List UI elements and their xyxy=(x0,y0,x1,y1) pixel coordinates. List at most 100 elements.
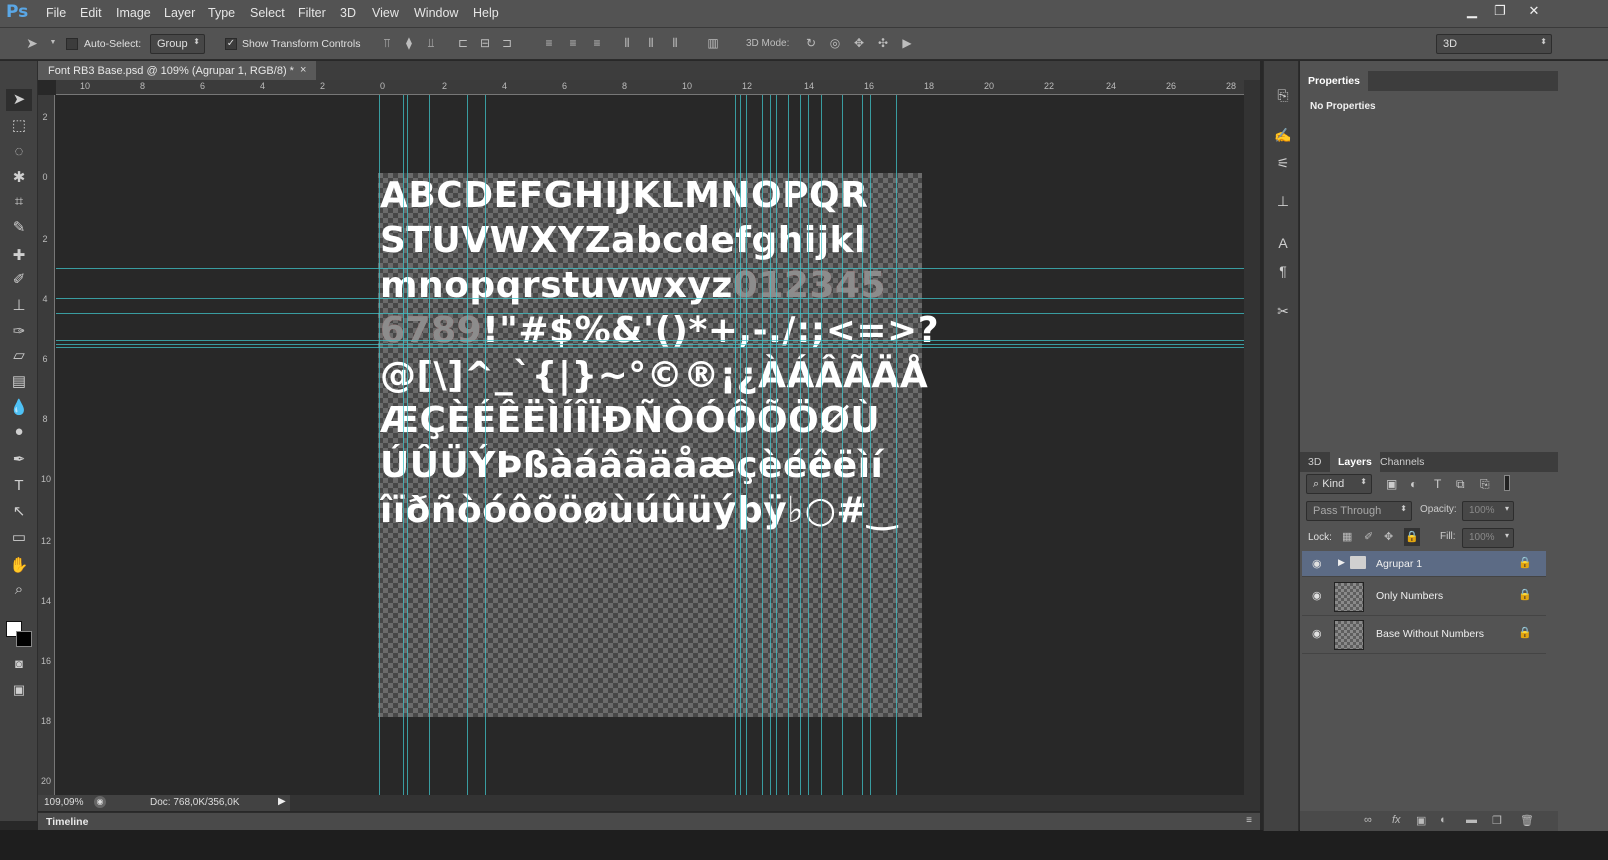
type-tool-icon[interactable]: T xyxy=(6,475,32,497)
guide-line[interactable] xyxy=(56,340,1244,341)
menu-3d[interactable]: 3D xyxy=(340,6,356,20)
distribute-top-icon[interactable]: ≡ xyxy=(542,36,556,50)
canvas-horizontal-scrollbar[interactable] xyxy=(290,795,1260,811)
document-tab[interactable]: Font RB3 Base.psd @ 109% (Agrupar 1, RGB… xyxy=(38,61,316,80)
zoom-tool-icon[interactable]: ⌕ xyxy=(6,579,32,601)
new-layer-icon[interactable]: ❐ xyxy=(1492,814,1502,827)
history-panel-icon[interactable]: ⎘ xyxy=(1272,85,1294,105)
layer-row-group[interactable]: ◉ ▶ Agrupar 1 🔒 xyxy=(1302,551,1546,577)
tool-presets-panel-icon[interactable]: ✂ xyxy=(1272,301,1294,321)
lock-position-icon[interactable]: ✥ xyxy=(1384,530,1393,543)
menu-layer[interactable]: Layer xyxy=(164,6,195,20)
expand-arrow-icon[interactable]: ▶ xyxy=(1338,557,1345,568)
guide-line[interactable] xyxy=(746,95,747,795)
guide-line[interactable] xyxy=(800,95,801,795)
tab-3d[interactable]: 3D xyxy=(1300,452,1329,472)
menu-edit[interactable]: Edit xyxy=(80,6,102,20)
guide-line[interactable] xyxy=(770,95,771,795)
character-panel-icon[interactable]: A xyxy=(1272,233,1294,253)
new-group-icon[interactable]: ▬ xyxy=(1466,814,1477,826)
link-layers-icon[interactable]: ∞ xyxy=(1364,814,1372,826)
timeline-tab[interactable]: Timeline xyxy=(46,816,88,828)
align-left-icon[interactable]: ⊏ xyxy=(456,36,470,50)
menu-filter[interactable]: Filter xyxy=(298,6,326,20)
guide-line[interactable] xyxy=(762,95,763,795)
marquee-tool-icon[interactable]: ⬚ xyxy=(6,115,32,137)
hand-tool-icon[interactable]: ✋ xyxy=(6,555,32,577)
guide-line[interactable] xyxy=(379,95,380,795)
close-tab-icon[interactable]: × xyxy=(300,64,306,76)
align-vcenter-icon[interactable]: ⧫ xyxy=(402,36,416,50)
layer-row[interactable]: ◉ Base Without Numbers 🔒 xyxy=(1302,616,1546,654)
pixel-filter-icon[interactable]: ▣ xyxy=(1386,477,1397,491)
guide-line[interactable] xyxy=(896,95,897,795)
guide-line[interactable] xyxy=(407,95,408,795)
layer-filter-dropdown[interactable]: ⌕ Kind ⬍ xyxy=(1306,474,1372,494)
blend-mode-dropdown[interactable]: Pass Through ⬍ xyxy=(1306,501,1412,521)
quick-mask-icon[interactable]: ◙ xyxy=(6,653,32,675)
eyedropper-tool-icon[interactable]: ✎ xyxy=(6,217,32,239)
distribute-vcenter-icon[interactable]: ≡ xyxy=(566,36,580,50)
type-filter-icon[interactable]: T xyxy=(1434,477,1441,491)
menu-select[interactable]: Select xyxy=(250,6,285,20)
fx-icon[interactable]: fx xyxy=(1392,814,1401,826)
dodge-tool-icon[interactable]: ● xyxy=(6,421,32,443)
gradient-tool-icon[interactable]: ▤ xyxy=(6,371,32,393)
distribute-left-icon[interactable]: ⦀ xyxy=(620,36,634,50)
opacity-field[interactable]: 100% ▾ xyxy=(1462,501,1514,521)
3d-roll-icon[interactable]: ◎ xyxy=(828,36,842,50)
guide-line[interactable] xyxy=(485,95,486,795)
guide-line[interactable] xyxy=(56,268,1244,269)
canvas-vertical-scrollbar[interactable] xyxy=(1244,80,1260,810)
healing-brush-tool-icon[interactable]: ✚ xyxy=(6,245,32,267)
distribute-hcenter-icon[interactable]: ⦀ xyxy=(644,36,658,50)
fill-field[interactable]: 100% ▾ xyxy=(1462,528,1514,548)
guide-line[interactable] xyxy=(56,313,1244,314)
blur-tool-icon[interactable]: 💧 xyxy=(6,397,32,419)
guide-line[interactable] xyxy=(740,95,741,795)
lasso-tool-icon[interactable]: ◌ xyxy=(6,141,32,163)
background-color-swatch[interactable] xyxy=(16,631,32,647)
menu-window[interactable]: Window xyxy=(414,6,458,20)
guide-line[interactable] xyxy=(862,95,863,795)
auto-align-icon[interactable]: ▥ xyxy=(706,36,720,50)
crop-tool-icon[interactable]: ⌗ xyxy=(6,191,32,213)
guide-line[interactable] xyxy=(870,95,871,795)
auto-select-checkbox[interactable] xyxy=(66,38,78,50)
shape-filter-icon[interactable]: ⧉ xyxy=(1456,477,1465,492)
pen-tool-icon[interactable]: ✒ xyxy=(6,449,32,471)
align-bottom-icon[interactable]: ⫫ xyxy=(424,36,438,50)
3d-rotate-icon[interactable]: ↻ xyxy=(804,36,818,50)
menu-help[interactable]: Help xyxy=(473,6,499,20)
document-canvas[interactable]: ABCDEFGHIJKLMNOPQR STUVWXYZabcdefghijkl … xyxy=(378,173,939,717)
guide-line[interactable] xyxy=(56,344,1244,345)
adjustments-panel-icon[interactable]: ⚟ xyxy=(1272,153,1294,173)
workspace-dropdown[interactable]: 3D ⬍ xyxy=(1436,34,1552,54)
zoom-level[interactable]: 109,09% xyxy=(44,797,83,808)
menu-view[interactable]: View xyxy=(372,6,399,20)
distribute-bottom-icon[interactable]: ≡ xyxy=(590,36,604,50)
status-arrow-icon[interactable]: ▶ xyxy=(278,796,286,807)
eye-icon[interactable]: ◉ xyxy=(1312,627,1322,640)
menu-type[interactable]: Type xyxy=(208,6,235,20)
tab-properties[interactable]: Properties xyxy=(1300,71,1368,91)
clone-stamp-tool-icon[interactable]: ⊥ xyxy=(6,295,32,317)
guide-line[interactable] xyxy=(467,95,468,795)
clone-source-panel-icon[interactable]: ⊥ xyxy=(1272,191,1294,211)
3d-drag-icon[interactable]: ✥ xyxy=(852,36,866,50)
eye-icon[interactable]: ◉ xyxy=(1312,557,1322,570)
layer-row[interactable]: ◉ Only Numbers 🔒 xyxy=(1302,578,1546,616)
guide-line[interactable] xyxy=(735,95,736,795)
align-top-icon[interactable]: ⫪ xyxy=(380,36,394,50)
menu-image[interactable]: Image xyxy=(116,6,151,20)
brush-panel-icon[interactable]: ✍ xyxy=(1272,125,1294,145)
auto-select-target-dropdown[interactable]: Group ⬍ xyxy=(150,34,205,54)
lock-transparency-icon[interactable]: ▦ xyxy=(1342,530,1352,543)
close-window-button[interactable]: ✕ xyxy=(1520,2,1548,20)
lock-all-icon[interactable]: 🔒 xyxy=(1404,528,1420,546)
guide-line[interactable] xyxy=(808,95,809,795)
minimize-button[interactable]: ▁ xyxy=(1458,2,1486,20)
guide-line[interactable] xyxy=(56,347,1244,348)
layer-name[interactable]: Agrupar 1 xyxy=(1376,558,1422,570)
rectangle-tool-icon[interactable]: ▭ xyxy=(6,527,32,549)
